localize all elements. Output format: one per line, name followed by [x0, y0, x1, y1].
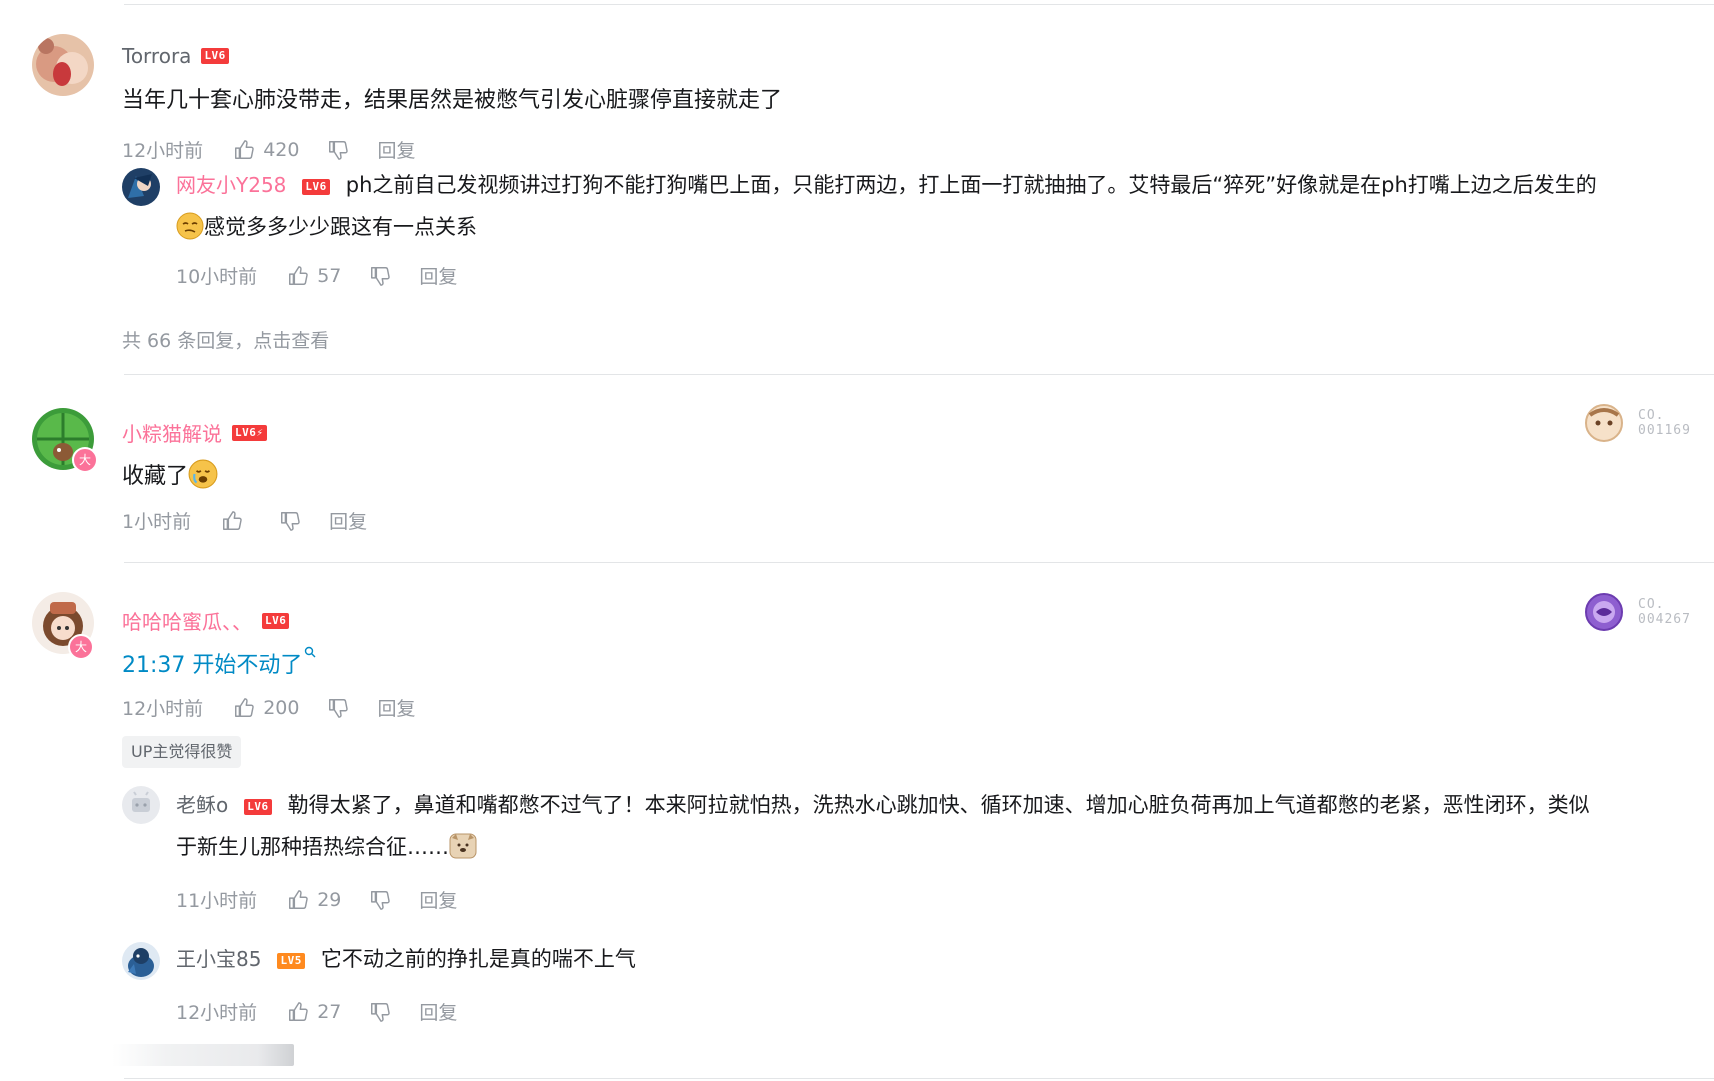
comment-divider [124, 374, 1714, 375]
reply-button[interactable]: 回复 [377, 694, 415, 721]
view-more-replies[interactable]: 共 66 条回复，点击查看 [122, 326, 329, 353]
fan-badge-purple-icon [1585, 593, 1623, 631]
up-liked-tag: UP主觉得很赞 [122, 736, 242, 768]
thumb-up-icon [235, 139, 254, 159]
reply-button[interactable]: 回复 [329, 507, 367, 534]
reply-item: 王小宝85 LV5 它不动之前的挣扎是真的喘不上气 [176, 938, 1706, 980]
like-button[interactable]: 27 [287, 1001, 341, 1023]
reply-avatar[interactable] [122, 168, 160, 206]
like-button[interactable]: 57 [287, 265, 341, 287]
thumb-up-icon [223, 510, 242, 530]
like-button[interactable]: 420 [233, 139, 299, 161]
dog-face-icon [449, 833, 477, 859]
fan-badge: CO. 004267 [1584, 592, 1691, 632]
like-count: 57 [317, 264, 342, 287]
dislike-button[interactable] [327, 697, 349, 719]
thumb-down-icon [371, 1002, 391, 1022]
reply-avatar[interactable] [122, 786, 160, 824]
reply-item: 网友小Y258 LV6 ph之前自己发视频讲过打狗不能打狗嘴巴上面，只能打两边，打上… [176, 164, 1706, 206]
avatar[interactable] [32, 34, 94, 96]
like-count: 29 [317, 888, 342, 911]
username[interactable]: Torrora [122, 44, 191, 68]
like-count: 200 [263, 696, 300, 719]
thumb-up-icon [289, 889, 308, 909]
search-icon [305, 646, 316, 658]
timestamp-link-row[interactable]: 21:37 开始不动了 [122, 645, 316, 687]
reply-button[interactable]: 回复 [377, 136, 415, 163]
comment-text-row: 收藏了 [122, 456, 218, 498]
like-button[interactable] [221, 510, 251, 532]
thumb-up-icon [289, 265, 308, 285]
level-badge: LV6⚡ [232, 424, 267, 441]
comment-divider [124, 562, 1714, 563]
dislike-button[interactable] [327, 139, 349, 161]
top-divider [124, 4, 1714, 5]
bottom-divider [124, 1078, 1714, 1079]
level-badge: LV6 [262, 612, 290, 629]
fan-badge-avatar-icon [1585, 404, 1623, 442]
timestamp-link[interactable]: 21:37 开始不动了 [122, 653, 302, 678]
fan-badge: CO. 001169 [1584, 403, 1691, 443]
reply-text-continued: 于新生儿那种捂热综合征…… [176, 835, 449, 859]
comment-text: 当年几十套心肺没带走，结果居然是被憋气引发心脏骤停直接就走了 [122, 88, 783, 113]
doge-face-icon [176, 212, 204, 240]
dislike-button[interactable] [279, 510, 301, 532]
level-badge: LV6 [302, 179, 330, 195]
thumb-down-icon [329, 140, 349, 160]
reply-time: 11小时前 [176, 890, 258, 912]
fan-badge-number: 001169 [1638, 423, 1691, 438]
username[interactable]: 哈哈哈蜜瓜、、 [122, 606, 252, 635]
level-badge: LV5 [277, 953, 305, 969]
comment-time: 12小时前 [122, 698, 204, 720]
comment-section: Torrora LV6 当年几十套心肺没带走，结果居然是被憋气引发心脏骤停直接就… [0, 0, 1714, 1081]
dislike-button[interactable] [369, 889, 391, 911]
thumb-down-icon [371, 266, 391, 286]
reply-text: 勒得太紧了，鼻道和嘴都憋不过气了！本来阿拉就怕热，洗热水心跳加快、循环加速、增加… [287, 793, 1590, 817]
reply-item: 老稣o LV6 勒得太紧了，鼻道和嘴都憋不过气了！本来阿拉就怕热，洗热水心跳加快、循… [176, 784, 1706, 826]
comment-time: 12小时前 [122, 140, 204, 162]
thumb-down-icon [329, 698, 349, 718]
thumb-up-icon [289, 1001, 308, 1021]
reply-time: 12小时前 [176, 1002, 258, 1024]
reply-avatar[interactable] [122, 942, 160, 980]
like-button[interactable]: 200 [233, 697, 299, 719]
blurred-content [112, 1044, 294, 1066]
like-count: 27 [317, 1000, 342, 1023]
reply-button[interactable]: 回复 [419, 262, 457, 289]
reply-text: ph之前自己发视频讲过打狗不能打狗嘴巴上面，只能打两边，打上面一打就抽抽了。艾特… [345, 173, 1597, 197]
like-count: 420 [263, 138, 300, 161]
thumb-down-icon [281, 511, 300, 531]
fan-badge-prefix: CO. [1638, 408, 1665, 423]
reply-username[interactable]: 网友小Y258 [176, 173, 286, 197]
reply-time: 10小时前 [176, 266, 258, 288]
dislike-button[interactable] [369, 1001, 391, 1023]
thumb-up-icon [235, 697, 254, 717]
fan-badge-prefix: CO. [1638, 597, 1665, 612]
crying-face-icon [188, 459, 218, 489]
reply-text-continued: 感觉多多少少跟这有一点关系 [204, 215, 477, 239]
reply-text: 它不动之前的挣扎是真的喘不上气 [320, 947, 636, 971]
reply-button[interactable]: 回复 [419, 886, 457, 913]
vip-badge-icon: 大 [72, 447, 98, 473]
dislike-button[interactable] [369, 265, 391, 287]
fan-badge-number: 004267 [1638, 612, 1691, 627]
vip-badge-icon: 大 [68, 634, 94, 660]
comment-time: 1小时前 [122, 511, 192, 533]
reply-button[interactable]: 回复 [419, 998, 457, 1025]
like-button[interactable]: 29 [287, 889, 341, 911]
comment-text: 收藏了 [122, 464, 189, 489]
level-badge: LV6 [244, 799, 272, 815]
username[interactable]: 小粽猫解说 [122, 418, 222, 447]
reply-username[interactable]: 王小宝85 [176, 947, 261, 971]
thumb-down-icon [371, 890, 391, 910]
reply-username[interactable]: 老稣o [176, 793, 228, 817]
level-badge: LV6 [201, 48, 229, 64]
